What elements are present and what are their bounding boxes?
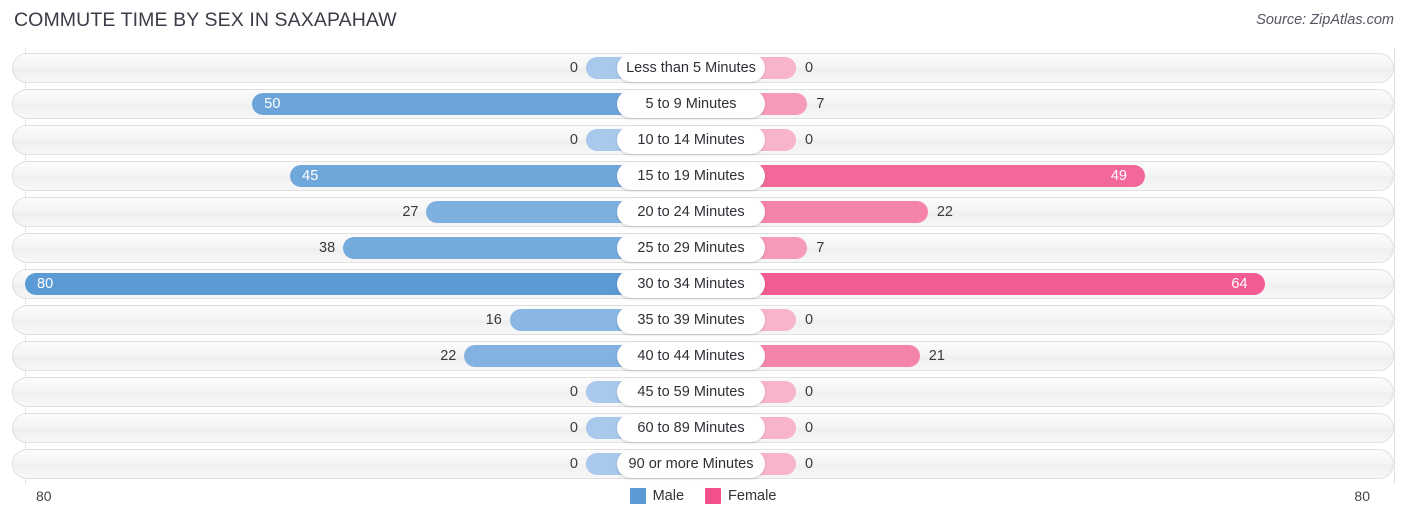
category-label: 10 to 14 Minutes (617, 126, 765, 154)
category-label: 15 to 19 Minutes (617, 162, 765, 190)
page-title: COMMUTE TIME BY SEX IN SAXAPAHAW (14, 9, 397, 31)
value-label-female: 7 (816, 96, 825, 112)
value-label-female: 49 (1110, 168, 1127, 184)
bar-male[interactable] (464, 345, 631, 367)
category-label: 60 to 89 Minutes (617, 414, 765, 442)
value-label-male: 38 (319, 240, 336, 256)
legend: Male Female (0, 488, 1406, 504)
chart-header: COMMUTE TIME BY SEX IN SAXAPAHAW Source:… (0, 0, 1406, 40)
value-label-male: 22 (440, 348, 457, 364)
bar-row: 38 7 25 to 29 Minutes (12, 233, 1394, 263)
bar-row: 45 49 15 to 19 Minutes (12, 161, 1394, 191)
category-label: 90 or more Minutes (617, 450, 765, 478)
bar-row: 80 64 30 to 34 Minutes (12, 269, 1394, 299)
value-label-female: 0 (805, 132, 814, 148)
chart-footer: 80 80 Male Female (0, 484, 1406, 522)
value-label-male: 0 (569, 384, 578, 400)
value-label-male: 80 (37, 276, 54, 292)
source-label: Source: ZipAtlas.com (1256, 12, 1394, 28)
bar-male[interactable] (426, 201, 631, 223)
legend-item-male[interactable]: Male (629, 488, 685, 504)
value-label-female: 22 (936, 204, 953, 220)
category-label: 5 to 9 Minutes (617, 90, 765, 118)
bar-male[interactable] (252, 93, 631, 115)
legend-swatch-male (629, 488, 646, 504)
bar-male[interactable] (25, 273, 631, 295)
legend-label: Male (652, 488, 685, 504)
value-label-male: 45 (302, 168, 319, 184)
category-label: 40 to 44 Minutes (617, 342, 765, 370)
bar-female[interactable] (751, 165, 1145, 187)
bar-row: 16 0 35 to 39 Minutes (12, 305, 1394, 335)
plot-area: 0 0 Less than 5 Minutes 50 7 5 to 9 Minutes 0 0… (0, 48, 1406, 484)
bar-row: 27 22 20 to 24 Minutes (12, 197, 1394, 227)
value-label-male: 50 (264, 96, 281, 112)
value-label-female: 0 (805, 384, 814, 400)
bar-row: 0 0 10 to 14 Minutes (12, 125, 1394, 155)
legend-swatch-female (705, 488, 722, 504)
value-label-female: 0 (805, 60, 814, 76)
bar-row: 0 0 60 to 89 Minutes (12, 413, 1394, 443)
value-label-female: 64 (1231, 276, 1248, 292)
value-label-female: 7 (816, 240, 825, 256)
value-label-female: 0 (805, 312, 814, 328)
grid-line (1394, 48, 1395, 484)
bar-male[interactable] (290, 165, 631, 187)
bar-male[interactable] (509, 309, 631, 331)
bar-female[interactable] (751, 201, 928, 223)
bar-row: 0 0 Less than 5 Minutes (12, 53, 1394, 83)
bar-row: 0 0 90 or more Minutes (12, 449, 1394, 479)
value-label-female: 0 (805, 456, 814, 472)
bar-row: 22 21 40 to 44 Minutes (12, 341, 1394, 371)
category-label: 30 to 34 Minutes (617, 270, 765, 298)
category-label: Less than 5 Minutes (617, 54, 765, 82)
value-label-male: 27 (402, 204, 419, 220)
value-label-male: 0 (569, 456, 578, 472)
bar-row: 0 0 45 to 59 Minutes (12, 377, 1394, 407)
value-label-female: 21 (928, 348, 945, 364)
value-label-male: 0 (569, 420, 578, 436)
value-label-male: 0 (569, 60, 578, 76)
value-label-male: 0 (569, 132, 578, 148)
bar-male[interactable] (343, 237, 631, 259)
bar-row: 50 7 5 to 9 Minutes (12, 89, 1394, 119)
bar-female[interactable] (751, 345, 920, 367)
category-label: 20 to 24 Minutes (617, 198, 765, 226)
category-label: 25 to 29 Minutes (617, 234, 765, 262)
legend-item-female[interactable]: Female (705, 488, 776, 504)
value-label-male: 16 (485, 312, 502, 328)
legend-label: Female (728, 488, 777, 504)
value-label-female: 0 (805, 420, 814, 436)
bar-female[interactable] (751, 273, 1266, 295)
category-label: 35 to 39 Minutes (617, 306, 765, 334)
category-label: 45 to 59 Minutes (617, 378, 765, 406)
